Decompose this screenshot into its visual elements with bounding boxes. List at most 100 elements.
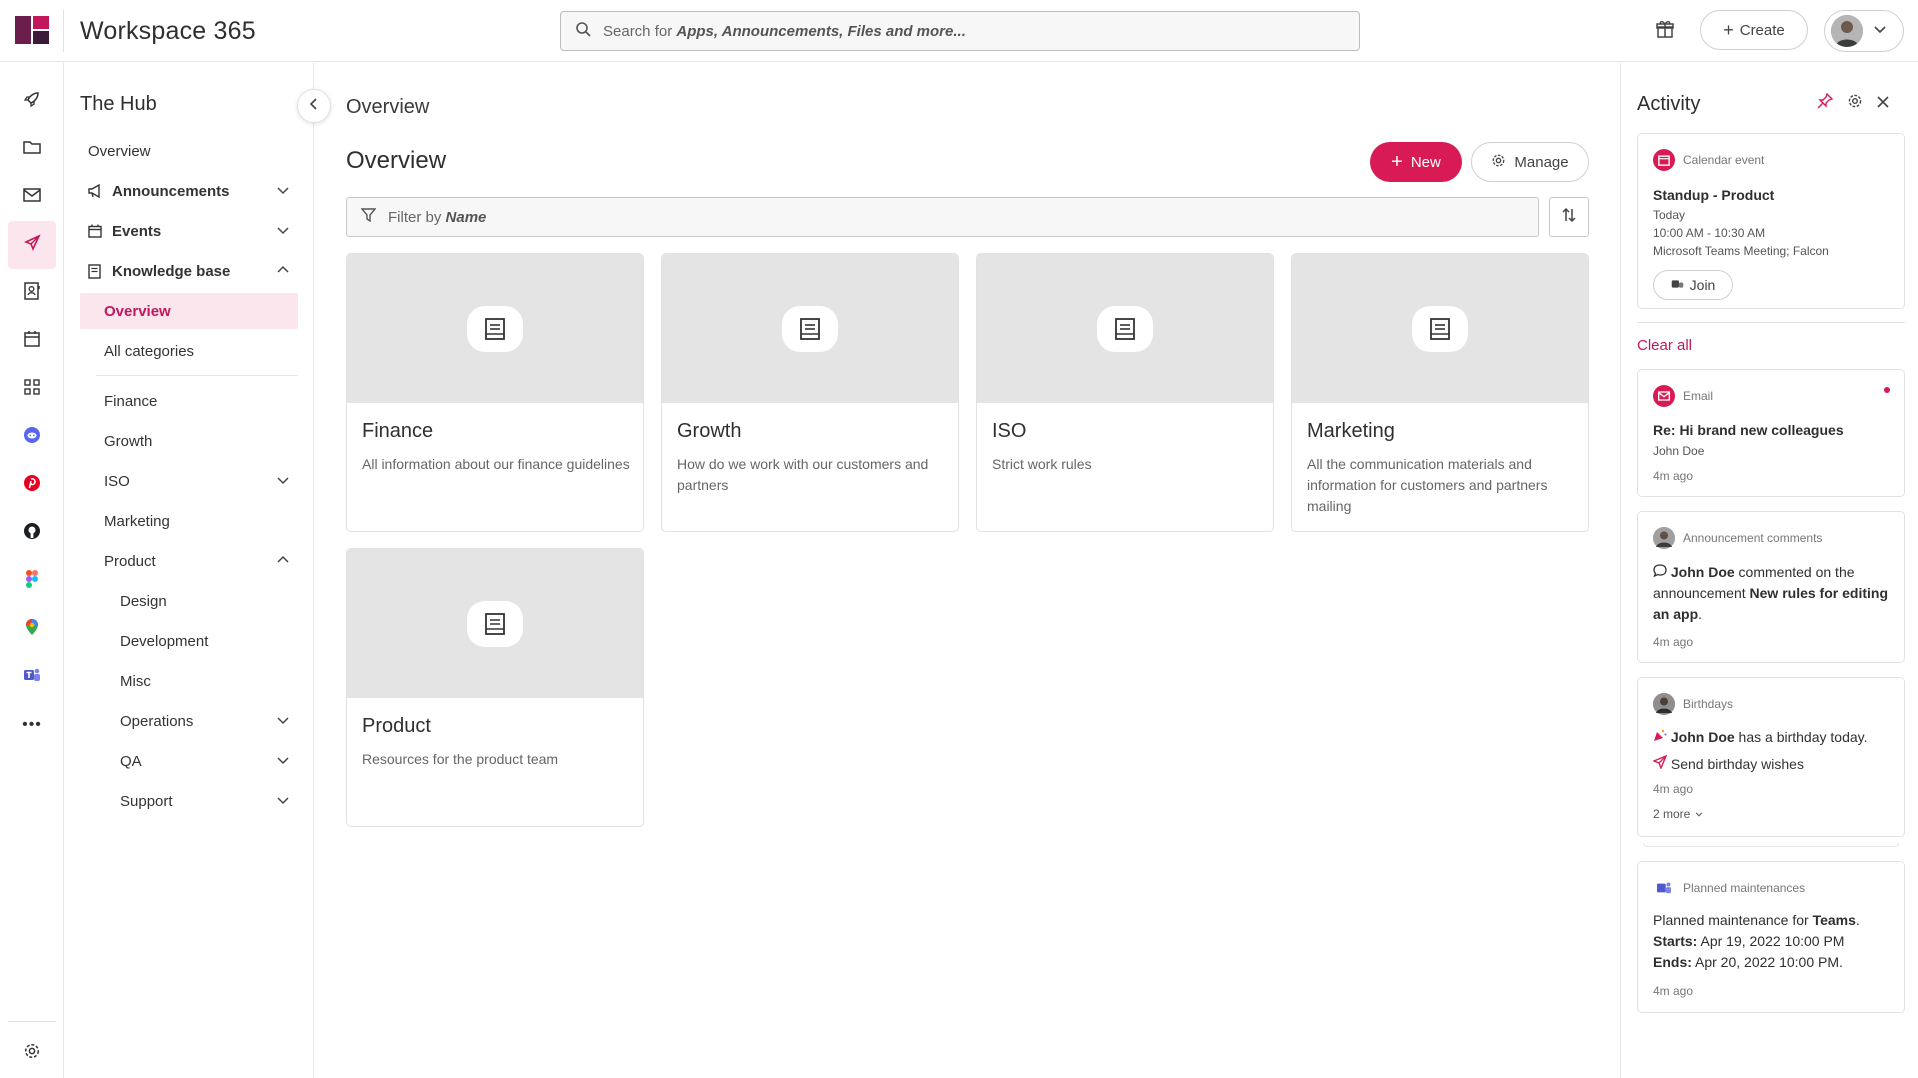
rail-contacts[interactable] xyxy=(8,269,56,317)
event-location: Microsoft Teams Meeting; Falcon xyxy=(1653,244,1829,258)
card-title: Growth xyxy=(677,420,742,442)
chevron-up-icon[interactable] xyxy=(276,263,290,281)
event-title: Standup - Product xyxy=(1653,187,1775,203)
calendar-icon xyxy=(88,224,110,238)
gear-icon[interactable] xyxy=(1847,93,1863,114)
nav-overview[interactable]: Overview xyxy=(80,133,298,169)
chevron-down-icon[interactable] xyxy=(276,473,290,491)
nav-development[interactable]: Development xyxy=(80,623,298,659)
nav-all-categories[interactable]: All categories xyxy=(80,333,298,369)
activity-source-label: Email xyxy=(1683,389,1714,403)
hub-title: The Hub xyxy=(80,93,157,115)
send-icon xyxy=(1652,754,1668,772)
nav-knowledge-base[interactable]: Knowledge base xyxy=(80,253,298,289)
nav-product[interactable]: Product xyxy=(80,543,298,579)
activity-card-email[interactable]: Email Re: Hi brand new colleagues John D… xyxy=(1637,369,1905,497)
chevron-down-icon[interactable] xyxy=(276,713,290,731)
nav-iso[interactable]: ISO xyxy=(80,463,298,499)
card-description: Strict work rules xyxy=(992,456,1092,472)
manage-button[interactable]: Manage xyxy=(1471,142,1589,182)
activity-card-calendar[interactable]: Calendar event Standup - Product Today 1… xyxy=(1637,133,1905,309)
workspace-logo[interactable] xyxy=(15,16,49,44)
timestamp: 4m ago xyxy=(1653,469,1694,483)
chevron-down-icon[interactable] xyxy=(276,183,290,201)
rail-github[interactable] xyxy=(8,509,56,557)
category-card-growth[interactable]: Growth How do we work with our customers… xyxy=(661,253,959,532)
megaphone-icon xyxy=(23,233,41,257)
megaphone-icon xyxy=(88,184,110,198)
chevron-down-icon[interactable] xyxy=(276,753,290,771)
chevron-up-icon[interactable] xyxy=(276,553,290,571)
nav-misc[interactable]: Misc xyxy=(80,663,298,699)
rail-figma[interactable] xyxy=(8,557,56,605)
user-menu-button[interactable] xyxy=(1824,10,1904,52)
chevron-down-icon[interactable] xyxy=(276,793,290,811)
nav-growth[interactable]: Growth xyxy=(80,423,298,459)
gear-icon xyxy=(1491,153,1506,172)
contacts-icon xyxy=(24,281,40,305)
figma-icon xyxy=(26,569,38,593)
chevron-down-icon[interactable] xyxy=(276,223,290,241)
rail-rocket[interactable] xyxy=(8,77,56,125)
rail-files[interactable] xyxy=(8,125,56,173)
activity-source-label: Calendar event xyxy=(1683,153,1765,167)
filter-input[interactable]: Filter by Name xyxy=(346,197,1539,237)
pin-icon[interactable] xyxy=(1817,92,1834,114)
nav-knowledge-base-label: Knowledge base xyxy=(112,262,231,280)
collapse-sidebar-button[interactable] xyxy=(297,89,331,123)
new-button[interactable]: + New xyxy=(1370,142,1462,182)
rail-settings[interactable] xyxy=(8,1029,56,1077)
rail-teams[interactable] xyxy=(8,653,56,701)
card-title: ISO xyxy=(992,420,1027,442)
nav-misc-label: Misc xyxy=(120,672,151,690)
global-search-input[interactable]: Search for Apps, Announcements, Files an… xyxy=(560,11,1360,51)
category-card-marketing[interactable]: Marketing All the communication material… xyxy=(1291,253,1589,532)
rail-discord[interactable] xyxy=(8,413,56,461)
event-day: Today xyxy=(1653,208,1686,222)
nav-support[interactable]: Support xyxy=(80,783,298,819)
nav-design[interactable]: Design xyxy=(80,583,298,619)
join-button[interactable]: Join xyxy=(1653,270,1733,300)
rail-mail[interactable] xyxy=(8,173,56,221)
rail-pinterest[interactable] xyxy=(8,461,56,509)
app-rail: ••• xyxy=(0,63,64,1078)
chevron-left-icon xyxy=(308,97,320,115)
sort-button[interactable] xyxy=(1549,197,1589,237)
rocket-icon xyxy=(23,90,41,113)
create-button[interactable]: + Create xyxy=(1700,10,1808,50)
nav-announcements[interactable]: Announcements xyxy=(80,173,298,209)
nav-kb-overview[interactable]: Overview xyxy=(80,293,298,329)
nav-events[interactable]: Events xyxy=(80,213,298,249)
nav-operations[interactable]: Operations xyxy=(80,703,298,739)
category-card-finance[interactable]: Finance All information about our financ… xyxy=(346,253,644,532)
category-card-iso[interactable]: ISO Strict work rules xyxy=(976,253,1274,532)
show-more-button[interactable]: 2 more xyxy=(1653,807,1704,821)
plus-icon: + xyxy=(1391,151,1403,173)
rail-maps[interactable] xyxy=(8,605,56,653)
nav-kb-overview-label: Overview xyxy=(104,302,171,320)
chevron-down-icon xyxy=(1694,807,1704,821)
unread-indicator xyxy=(1884,387,1890,393)
activity-card-birthday[interactable]: Birthdays John Doe has a birthday today.… xyxy=(1637,677,1905,837)
maintenance-starts: Starts: Apr 19, 2022 10:00 PM xyxy=(1653,933,1845,949)
book-icon xyxy=(467,600,523,647)
category-card-product[interactable]: Product Resources for the product team xyxy=(346,548,644,827)
close-icon[interactable] xyxy=(1877,95,1889,113)
activity-card-comment[interactable]: Announcement comments John Doe commented… xyxy=(1637,511,1905,663)
activity-card-maintenance[interactable]: Planned maintenances Planned maintenance… xyxy=(1637,861,1905,1013)
gift-icon[interactable] xyxy=(1655,19,1675,44)
rail-apps[interactable] xyxy=(8,365,56,413)
nav-qa[interactable]: QA xyxy=(80,743,298,779)
activity-toolbar xyxy=(1817,92,1889,114)
send-wishes-link[interactable]: Send birthday wishes xyxy=(1652,754,1804,772)
activity-source-label: Birthdays xyxy=(1683,697,1734,711)
rail-calendar[interactable] xyxy=(8,317,56,365)
comment-text: John Doe commented on the announcement N… xyxy=(1653,564,1888,622)
rail-more[interactable]: ••• xyxy=(8,701,56,749)
search-placeholder: Search for Apps, Announcements, Files an… xyxy=(603,22,966,40)
rail-hub[interactable] xyxy=(8,221,56,269)
card-title: Product xyxy=(362,715,431,737)
nav-marketing[interactable]: Marketing xyxy=(80,503,298,539)
clear-all-link[interactable]: Clear all xyxy=(1637,337,1692,354)
nav-finance[interactable]: Finance xyxy=(80,383,298,419)
